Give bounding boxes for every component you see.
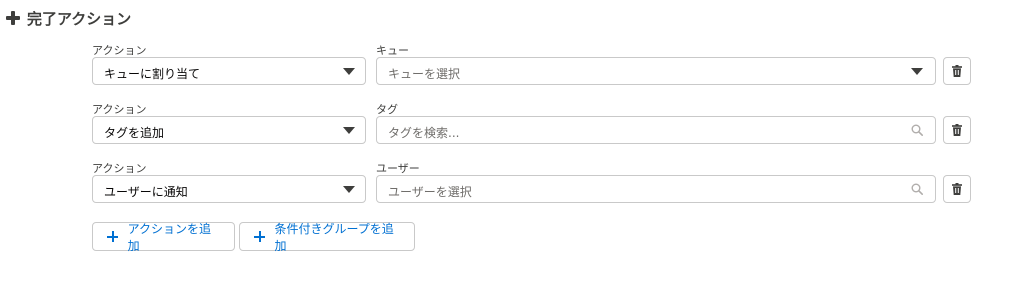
search-icon [911, 124, 923, 136]
caret-down-icon [911, 68, 923, 75]
tag-search-input[interactable]: タグを検索... [376, 116, 936, 144]
action-select[interactable]: ユーザーに通知 [92, 175, 366, 203]
delete-row-button[interactable] [943, 57, 971, 85]
delete-row-button[interactable] [943, 175, 971, 203]
action-label: アクション [92, 103, 147, 116]
action-select[interactable]: タグを追加 [92, 116, 366, 144]
action-select-value: ユーザーに通知 [104, 185, 188, 199]
add-conditional-group-button[interactable]: 条件付きグループを追加 [239, 221, 415, 253]
caret-down-icon [343, 186, 355, 193]
caret-down-icon [343, 127, 355, 134]
action-label: アクション [92, 44, 147, 57]
target-label: ユーザー [376, 162, 420, 175]
search-icon [911, 183, 923, 195]
user-search-placeholder: ユーザーを選択 [388, 185, 472, 199]
user-search-input[interactable]: ユーザーを選択 [376, 175, 936, 203]
plus-icon [254, 231, 265, 242]
action-select[interactable]: キューに割り当て [92, 57, 366, 85]
plus-icon [6, 11, 20, 25]
tag-search-placeholder: タグを検索... [388, 126, 460, 140]
trash-icon [952, 183, 962, 195]
queue-select-placeholder: キューを選択 [388, 67, 461, 81]
action-select-value: キューに割り当て [104, 67, 201, 81]
add-conditional-group-label: 条件付きグループを追加 [274, 221, 394, 253]
queue-select[interactable]: キューを選択 [376, 57, 936, 85]
action-row: アクション タグ タグを追加 タグを検索... [0, 101, 1024, 149]
action-row: アクション キュー キューに割り当て キューを選択 [0, 42, 1024, 90]
target-label: キュー [376, 44, 409, 57]
section-title: 完了アクション [27, 9, 132, 28]
action-label: アクション [92, 162, 147, 175]
action-select-value: タグを追加 [104, 126, 165, 140]
delete-row-button[interactable] [943, 116, 971, 144]
trash-icon [952, 65, 962, 77]
add-action-label: アクションを追加 [127, 221, 212, 253]
plus-icon [107, 231, 118, 242]
action-row: アクション ユーザー ユーザーに通知 ユーザーを選択 [0, 160, 1024, 208]
target-label: タグ [376, 103, 398, 116]
add-action-button[interactable]: アクションを追加 [92, 221, 235, 253]
caret-down-icon [343, 68, 355, 75]
section-header[interactable]: 完了アクション [6, 8, 131, 28]
trash-icon [952, 124, 962, 136]
